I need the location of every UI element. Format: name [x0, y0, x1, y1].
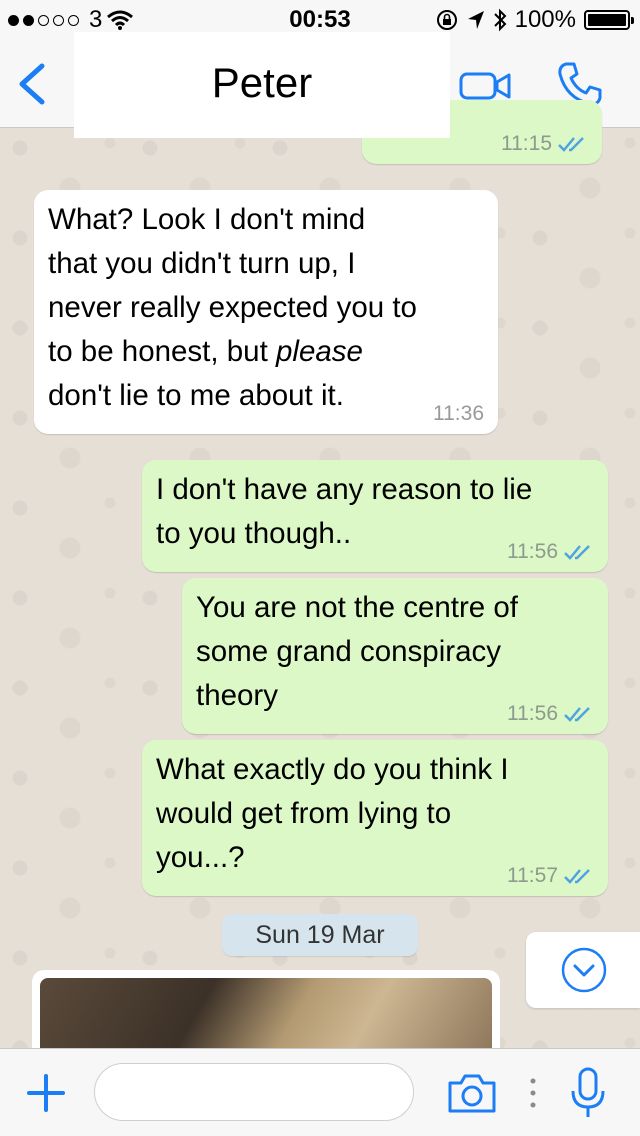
message-text: I don't have any reason to lie to you th… [156, 473, 533, 550]
message-input[interactable] [94, 1063, 414, 1121]
contact-name[interactable]: Peter [74, 40, 450, 126]
message-bubble-incoming[interactable]: What? Look I don't mind that you didn't … [34, 190, 498, 434]
message-text: You are not the centre of some grand con… [196, 591, 519, 712]
battery-percent: 100% [514, 6, 576, 33]
scroll-to-bottom-button[interactable] [526, 932, 640, 1008]
message-bubble-outgoing[interactable]: You are not the centre of some grand con… [182, 578, 608, 734]
message-meta: 11:56 [507, 702, 594, 726]
message-time: 11:56 [507, 540, 558, 563]
camera-icon[interactable] [446, 1071, 498, 1115]
microphone-icon[interactable] [570, 1067, 606, 1119]
more-dots-icon [530, 1078, 536, 1108]
message-text: What exactly do you think I would get fr… [156, 753, 509, 874]
message-time: 11:56 [507, 702, 558, 725]
rotation-lock-icon [436, 10, 457, 30]
read-ticks-icon [564, 869, 590, 884]
message-time: 11:57 [507, 864, 558, 887]
date-divider: Sun 19 Mar [222, 914, 418, 956]
message-meta: 11:56 [507, 540, 594, 564]
message-meta: 11:36 [433, 402, 484, 426]
composer-bar [0, 1048, 640, 1136]
message-meta: 11:15 [501, 132, 588, 156]
chevron-down-icon [561, 947, 607, 993]
image-message[interactable] [32, 970, 500, 1068]
message-meta: 11:57 [507, 864, 594, 888]
status-right: 100% [435, 6, 634, 34]
message-bubble-outgoing[interactable]: I don't have any reason to lie to you th… [142, 460, 608, 572]
message-bubble-outgoing[interactable]: What exactly do you think I would get fr… [142, 740, 608, 896]
message-text: What? Look I don't mind that you didn't … [48, 203, 417, 412]
message-time: 11:15 [501, 132, 552, 155]
read-ticks-icon [564, 707, 590, 722]
bluetooth-icon [493, 8, 507, 32]
video-call-icon[interactable] [458, 68, 512, 104]
battery-icon [584, 10, 634, 30]
read-ticks-icon [564, 545, 590, 560]
plus-icon[interactable] [26, 1073, 66, 1113]
message-time: 11:36 [433, 402, 484, 425]
read-ticks-icon [558, 137, 584, 152]
back-icon[interactable] [14, 62, 50, 106]
location-icon [467, 11, 484, 29]
